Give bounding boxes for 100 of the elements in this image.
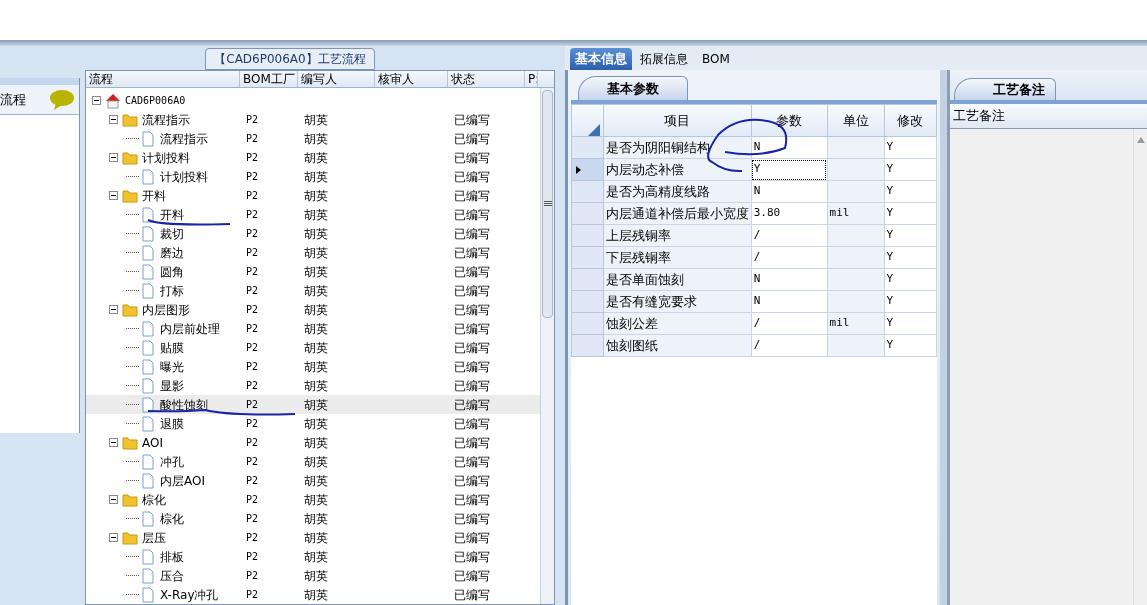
column-header[interactable]: 状态: [448, 71, 525, 87]
tree-item[interactable]: 曝光: [160, 357, 184, 376]
column-header[interactable]: 单位: [827, 104, 885, 137]
house-icon: [105, 92, 121, 109]
tree-item[interactable]: 贴膜: [160, 338, 184, 357]
table-cell: 是否单面蚀刻: [603, 268, 752, 291]
table-cell-text: P2: [245, 512, 260, 526]
tree-item[interactable]: 显影: [160, 376, 184, 395]
table-cell-text: 已编写: [453, 510, 491, 528]
tree-item[interactable]: 圆角: [160, 262, 184, 281]
tree-item[interactable]: 压合: [160, 566, 184, 585]
table-cell-text: 已编写: [453, 168, 491, 186]
tree-item[interactable]: 内层AOI: [160, 471, 205, 490]
table-cell-text: 胡英: [303, 415, 329, 433]
table-cell-text: P2: [245, 455, 260, 469]
table-cell: 蚀刻图纸: [603, 334, 752, 357]
table-cell-text: 胡英: [303, 149, 329, 167]
tree-item[interactable]: 磨边: [160, 243, 184, 262]
table-cell-text: P2: [245, 113, 260, 127]
table-cell-text: 胡英: [303, 111, 329, 129]
tree-item[interactable]: 棕化: [142, 490, 166, 509]
table-cell-text: 胡英: [303, 396, 329, 414]
table-cell-text: 胡英: [303, 510, 329, 528]
tree-item[interactable]: 打标: [160, 281, 184, 300]
table-cell-text: P2: [245, 246, 260, 260]
table-cell-text: 胡英: [303, 529, 329, 547]
collapse-icon[interactable]: [109, 115, 118, 124]
table-cell-text: 已编写: [453, 149, 491, 167]
document-icon: [140, 225, 156, 242]
folder-icon: [122, 434, 138, 451]
tree-item[interactable]: 层压: [142, 528, 166, 547]
selected-row-highlight[interactable]: 酸性蚀刻 P2 胡英 已编写: [86, 395, 540, 414]
collapse-icon[interactable]: [109, 495, 118, 504]
tab[interactable]: 基本信息: [570, 48, 632, 70]
table-cell: 内层通道补偿后最小宽度: [603, 202, 752, 225]
table-cell-text: 已编写: [453, 377, 491, 395]
tree-item[interactable]: X-Ray冲孔: [160, 585, 219, 604]
table-cell-text: 已编写: [453, 529, 491, 547]
table-cell-text: 已编写: [453, 301, 491, 319]
splitter-bar[interactable]: [940, 70, 947, 605]
collapse-icon[interactable]: [109, 191, 118, 200]
collapse-icon[interactable]: [109, 153, 118, 162]
document-icon: [140, 339, 156, 356]
column-header[interactable]: 核审人: [375, 71, 448, 87]
tree-item[interactable]: 酸性蚀刻: [160, 395, 208, 414]
tab[interactable]: 基本参数: [578, 76, 688, 100]
table-cell: 是否为高精度线路: [603, 180, 752, 203]
tree-item[interactable]: 内层前处理: [160, 319, 220, 338]
tree-item[interactable]: 计划投料: [160, 167, 208, 186]
scrollbar-thumb[interactable]: [542, 90, 553, 318]
collapse-icon[interactable]: [109, 305, 118, 314]
table-cell-text: 胡英: [303, 453, 329, 471]
tab[interactable]: BOM: [696, 48, 736, 70]
tree-item[interactable]: 裁切: [160, 224, 184, 243]
tree-item[interactable]: 开料: [160, 205, 184, 224]
column-header[interactable]: 编写人: [298, 71, 375, 87]
table-cell-text: P2: [245, 379, 260, 393]
document-icon: [140, 358, 156, 375]
tree-item[interactable]: 排板: [160, 547, 184, 566]
table-cell-text: 已编写: [453, 491, 491, 509]
document-icon: [140, 510, 156, 527]
table-cell-text: 胡英: [303, 263, 329, 281]
table-cell-text: 已编写: [453, 548, 491, 566]
table-cell-text: P2: [245, 341, 260, 355]
table-cell-text: 已编写: [453, 586, 491, 604]
column-header[interactable]: 流程: [86, 71, 240, 87]
table-cell-text: 已编写: [453, 187, 491, 205]
scroll-up-icon[interactable]: [1136, 137, 1145, 143]
table-cell-text: P2: [245, 569, 260, 583]
table-cell-text: 胡英: [303, 472, 329, 490]
table-cell-text: 胡英: [303, 320, 329, 338]
column-header[interactable]: BOM工厂: [240, 71, 298, 87]
tree-item[interactable]: CAD6P006A0: [125, 93, 186, 108]
document-icon: [140, 548, 156, 565]
table-cell-text: 胡英: [303, 339, 329, 357]
tree-item[interactable]: 退膜: [160, 414, 184, 433]
table-cell-text: P2: [245, 588, 260, 602]
tab[interactable]: 工艺备注: [954, 78, 1056, 100]
tree-item[interactable]: 棕化: [160, 509, 184, 528]
collapse-icon[interactable]: [109, 438, 118, 447]
tree-item[interactable]: 冲孔: [160, 452, 184, 471]
collapse-icon[interactable]: [92, 96, 101, 105]
column-header[interactable]: P:: [525, 71, 538, 87]
tree-item[interactable]: AOI: [142, 433, 163, 452]
tree-item[interactable]: 内层图形: [142, 300, 190, 319]
column-header[interactable]: 项目: [603, 104, 752, 137]
table-cell-text: 已编写: [453, 111, 491, 129]
table-cell-text: 已编写: [453, 339, 491, 357]
tree-item[interactable]: 开料: [142, 186, 166, 205]
document-icon: [140, 168, 156, 185]
tree-item[interactable]: 流程指示: [142, 110, 190, 129]
collapse-icon[interactable]: [109, 533, 118, 542]
row-header[interactable]: [571, 158, 604, 181]
column-header[interactable]: 修改: [884, 104, 937, 137]
table-cell: 是否有缝宽要求: [603, 290, 752, 313]
tab[interactable]: 拓展信息: [634, 48, 694, 70]
table-cell-text: 胡英: [303, 377, 329, 395]
column-header[interactable]: 参数: [751, 104, 828, 137]
tree-item[interactable]: 计划投料: [142, 148, 190, 167]
tree-item[interactable]: 流程指示: [160, 129, 208, 148]
